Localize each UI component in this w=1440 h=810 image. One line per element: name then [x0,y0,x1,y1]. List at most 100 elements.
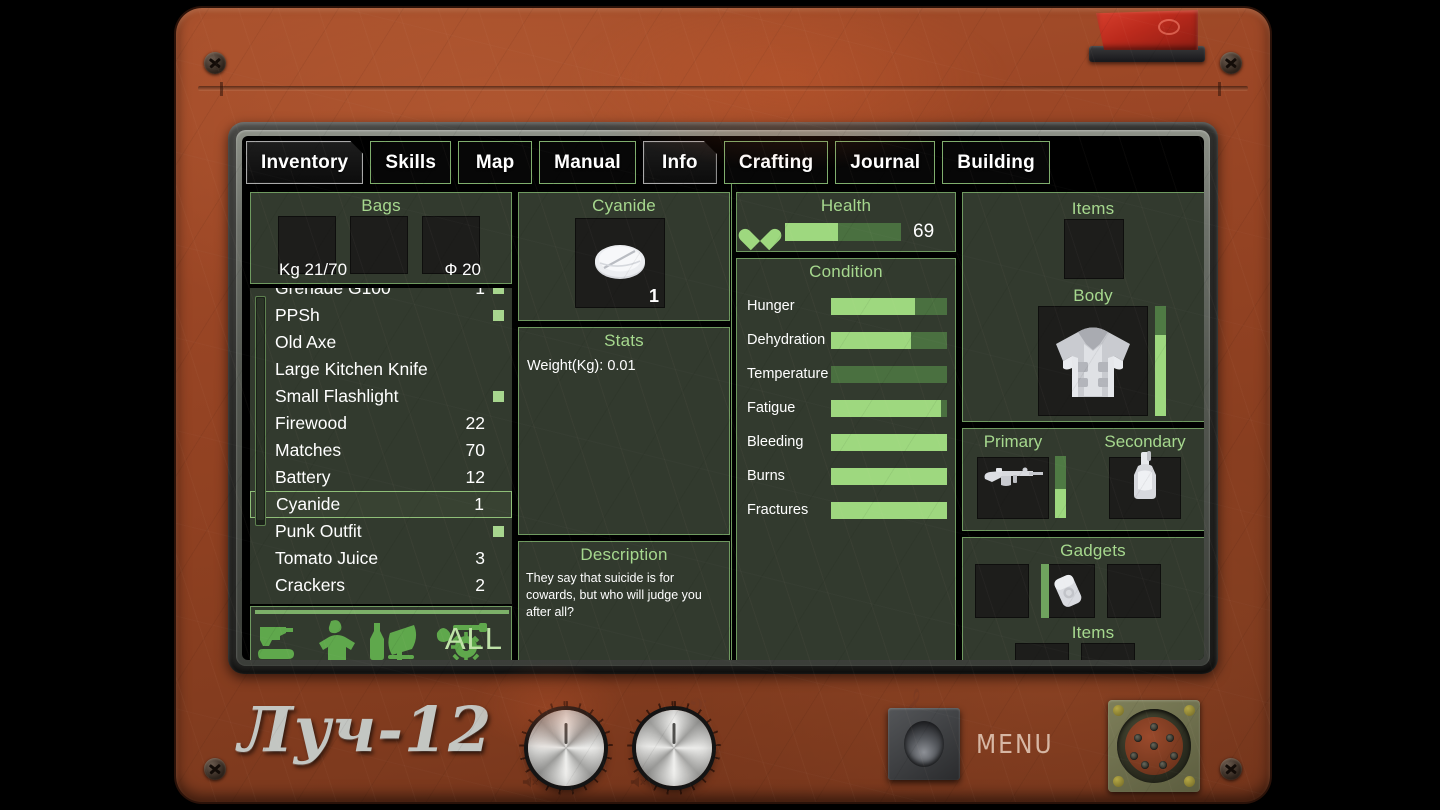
inventory-row[interactable]: Old Axe [250,329,512,356]
weapon-filter-icon[interactable] [256,619,308,660]
inventory-row[interactable]: Fresh Snow3 [250,599,512,604]
tab-label: Journal [850,151,921,173]
knob-indicator [564,723,568,744]
inventory-item-quantity: 2 [475,575,485,595]
description-title: Description [580,545,668,564]
equipped-marker-icon [493,526,504,537]
filter-all-button[interactable]: ALL [445,621,503,657]
inventory-row[interactable]: Tomato Juice 3 [250,545,512,572]
weapons-panel: Primary Secondary [962,428,1204,531]
condition-bar [831,433,947,451]
inventory-item-name: Battery [275,467,331,487]
inventory-item-quantity: 3 [475,548,485,568]
tab-building[interactable]: Building [942,141,1050,184]
bag-slot[interactable] [350,216,408,274]
case-screw [1220,52,1242,74]
tab-info[interactable]: Info [643,141,717,184]
tab-map[interactable]: Map [458,141,533,184]
filter-divider [255,610,509,614]
inventory-row[interactable]: PPSh [250,302,512,329]
condition-label: Bleeding [747,434,804,450]
inventory-item-name: PPSh [275,305,320,325]
condition-panel: Condition Hunger Dehydration Temperature Fa… [736,258,956,660]
gear-panel: Items Body [962,192,1204,422]
inventory-item-name: Small Flashlight [275,386,399,406]
tab-label: Inventory [261,151,349,173]
primary-durability-fill [1055,489,1066,518]
case-screw [1220,758,1242,780]
item-quantity: 1 [648,286,659,306]
tab-label: Skills [385,151,437,173]
tab-label: Info [662,151,698,173]
power-switch[interactable] [1096,10,1198,50]
condition-bar [831,467,947,485]
equipped-marker-icon [493,288,504,294]
condition-row: Burns [737,459,955,493]
condition-bar-fill [831,467,947,485]
bags-panel: Bags Kg 21/70 Ф 20 [250,192,512,284]
tab-label: Crafting [738,151,814,173]
inventory-row[interactable]: Grenade G100 1 [250,288,512,302]
inventory-item-quantity: 1 [474,494,484,514]
inventory-item-quantity: 3 [451,602,485,604]
inventory-item-name: Fresh Snow [275,602,451,604]
gadget-slot-equipped[interactable] [975,564,1082,618]
health-bar-fill [785,223,839,241]
body-durability-fill [1155,334,1166,416]
head-item-slot[interactable] [1064,219,1124,279]
inventory-row[interactable]: Small Flashlight [250,383,512,410]
inventory-row[interactable]: Battery 12 [250,464,512,491]
inventory-row[interactable]: Matches 70 [250,437,512,464]
inventory-row-clipped[interactable]: Grenade G100 1 [250,288,512,302]
inventory-scrollbar-thumb[interactable] [257,298,264,520]
inventory-item-quantity: 12 [465,467,485,487]
inventory-row[interactable]: Firewood 22 [250,410,512,437]
tab-manual[interactable]: Manual [539,141,636,184]
case-lid-seam [198,86,1248,91]
bags-title: Bags [361,196,401,215]
menu-button[interactable] [888,708,960,780]
inventory-scrollbar[interactable] [255,296,266,526]
condition-bar-fill [831,501,947,519]
body-durability-bar [1155,306,1166,416]
inventory-item-name: Tomato Juice [275,548,379,568]
inventory-list[interactable]: Grenade G100 1 PPSh Old Axe Large Kitchen Kn… [250,288,512,604]
inventory-row[interactable]: Crackers 2 [250,572,512,599]
case-tick [220,82,223,96]
stats-title: Stats [604,331,644,350]
quick-item-slot[interactable] [1015,643,1069,660]
tab-skills[interactable]: Skills [370,141,452,184]
tab-crafting[interactable]: Crafting [723,141,829,184]
jacket-icon [1038,306,1148,416]
knob-indicator [672,723,676,744]
connector-screw [1113,705,1124,716]
description-panel: Description They say that suicide is for… [518,541,730,660]
connector-face [1125,717,1183,775]
quick-item-slot[interactable] [1081,643,1135,660]
case-screw [204,52,226,74]
connector-screw [1184,776,1195,787]
inventory-item-name: Cyanide [276,494,341,514]
item-preview-slot[interactable]: 1 [575,218,665,308]
condition-label: Burns [747,468,785,484]
tab-inventory[interactable]: Inventory [246,141,363,184]
condition-row: Dehydration [737,323,955,357]
health-row: 69 [747,220,934,244]
inventory-row-selected[interactable]: Cyanide 1 [250,491,512,518]
secondary-weapon-slot[interactable] [1109,450,1181,519]
condition-bar [831,501,947,519]
inventory-rows: Grenade G100 1 PPSh Old Axe Large Kitchen Kn… [250,288,512,604]
menu-label: MENU [976,730,1054,760]
quick-item-row [1015,643,1135,660]
inventory-row[interactable]: Large Kitchen Knife [250,356,512,383]
gadgets-panel: Gadgets Items [962,537,1204,660]
tab-journal[interactable]: Journal [835,141,936,184]
condition-label: Dehydration [747,332,826,348]
consumable-filter-icon[interactable] [366,619,428,660]
body-equipment-slot[interactable] [1038,306,1148,416]
primary-weapon-slot[interactable] [977,457,1049,519]
clothing-filter-icon[interactable] [313,619,361,660]
inventory-item-name: Crackers [275,575,346,595]
inventory-item-name: Punk Outfit [275,521,362,541]
inventory-row[interactable]: Punk Outfit [250,518,512,545]
